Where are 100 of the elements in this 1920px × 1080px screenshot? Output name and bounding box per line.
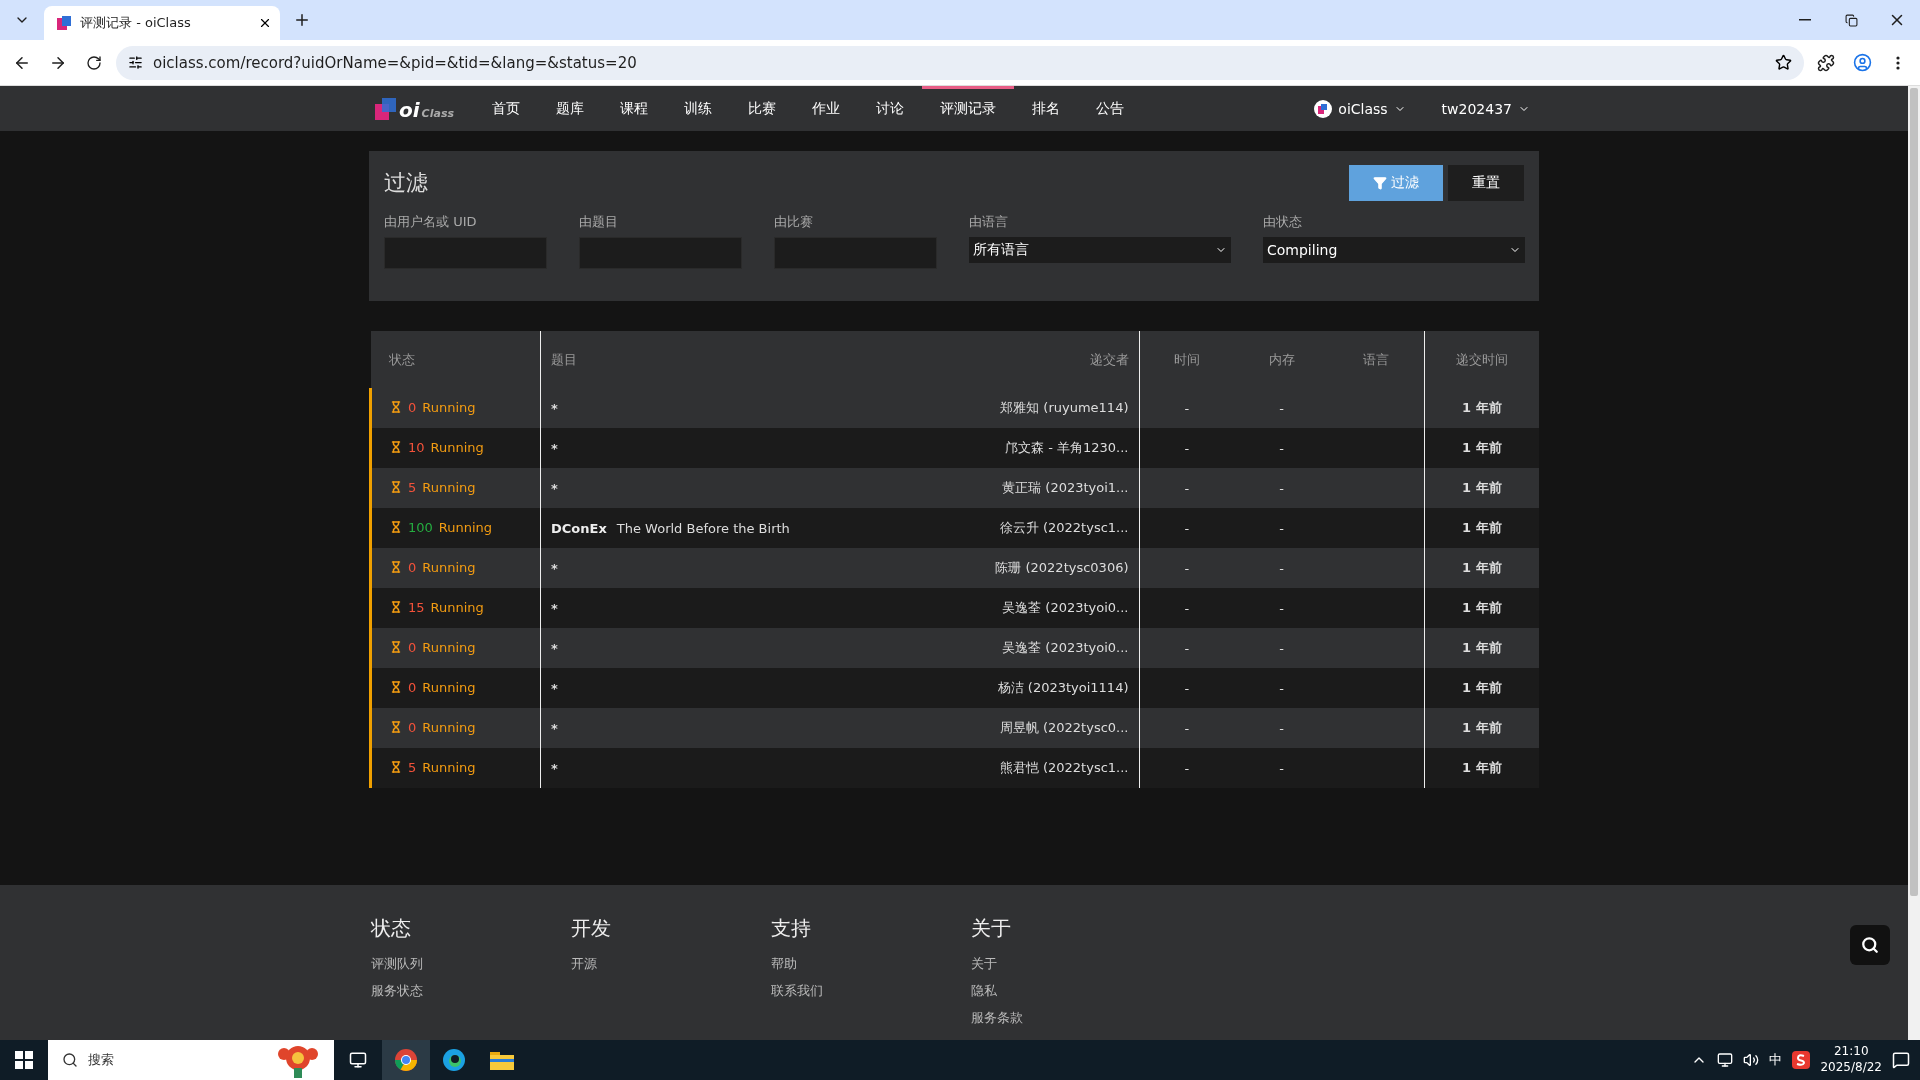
site-info-icon[interactable] — [128, 55, 143, 70]
profile-icon — [1852, 53, 1872, 72]
avatar-icon — [1314, 99, 1333, 118]
hourglass-icon — [390, 441, 402, 454]
select-field[interactable]: Compiling — [1263, 237, 1525, 263]
hourglass-icon — [390, 561, 402, 574]
filter-icon — [1373, 176, 1387, 190]
status-link[interactable]: 10 Running — [382, 439, 484, 455]
input-method-indicator[interactable]: 中 — [1769, 1051, 1783, 1069]
footer-heading: 开发 — [571, 915, 612, 942]
table-cell: - — [1234, 628, 1329, 668]
table-cell: 1 年前 — [1424, 748, 1539, 788]
nav-item[interactable]: 课程 — [602, 86, 666, 131]
folder-icon — [490, 1050, 514, 1070]
table-cell: - — [1234, 428, 1329, 468]
search-icon — [1861, 936, 1879, 954]
footer-link[interactable]: 隐私 — [971, 982, 1171, 1000]
scrollbar[interactable] — [1908, 86, 1920, 1040]
table-cell: - — [1234, 548, 1329, 588]
hourglass-icon — [390, 521, 402, 534]
submitter-link[interactable]: 熊君恺 (2022tysc1... — [939, 748, 1139, 788]
submitter-link[interactable]: 杨洁 (2023tyoi1114) — [939, 668, 1139, 708]
taskbar-search-field[interactable]: 搜索 — [48, 1040, 334, 1080]
field-label: 由用户名或 UID — [384, 213, 478, 231]
submitter-link[interactable]: 周昱帆 (2022tysc0... — [939, 708, 1139, 748]
reset-button[interactable]: 重置 — [1448, 165, 1524, 201]
submitter-link[interactable]: 吴逸荃 (2023tyoi0... — [939, 628, 1139, 668]
address-bar[interactable]: oiclass.com/record?uidOrName=&pid=&tid=&lang=&status=20 — [116, 45, 1804, 80]
site-favicon-icon — [56, 15, 72, 31]
plus-icon — [293, 11, 311, 29]
nav-item[interactable]: 训练 — [666, 86, 730, 131]
nav-item[interactable]: 作业 — [794, 86, 858, 131]
footer-link[interactable]: 服务状态 — [371, 982, 571, 1000]
status-link[interactable]: 5 Running — [382, 479, 476, 495]
status-link[interactable]: 5 Running — [382, 759, 476, 775]
footer-link[interactable]: 关于 — [971, 955, 1171, 973]
edge-icon — [442, 1048, 466, 1072]
clock[interactable]: 21:10 2025/8/22 — [1820, 1044, 1882, 1076]
restore-icon — [1844, 13, 1858, 27]
site-logo[interactable]: oiClass — [375, 97, 454, 120]
problem-link[interactable]: * — [540, 748, 939, 788]
footer-link[interactable]: 开源 — [571, 955, 771, 973]
network-icon[interactable] — [1717, 1052, 1734, 1068]
footer-link[interactable]: 评测队列 — [371, 955, 571, 973]
volume-icon[interactable] — [1743, 1052, 1760, 1068]
nav-item[interactable]: 比赛 — [730, 86, 794, 131]
nav-item[interactable]: 评测记录 — [922, 86, 1014, 131]
windows-logo-icon — [15, 1051, 33, 1069]
user-menu[interactable]: tw202437 — [1441, 100, 1530, 117]
column-header: 语言 — [1329, 331, 1424, 388]
footer-link[interactable]: 服务条款 — [971, 1009, 1171, 1027]
footer-link[interactable]: 帮助 — [771, 955, 971, 973]
select-field[interactable]: 所有语言 — [969, 237, 1231, 263]
status-link[interactable]: 0 Running — [382, 679, 476, 695]
close-icon[interactable] — [258, 16, 272, 30]
submitter-link[interactable]: 郑雅知 (ruyume114) — [939, 388, 1139, 428]
reload-icon — [86, 54, 102, 71]
nav-item[interactable]: 首页 — [474, 86, 538, 131]
search-button[interactable] — [1850, 925, 1890, 965]
minimize-icon — [1799, 19, 1811, 21]
column-header: 递交者 — [939, 331, 1139, 388]
search-icon — [62, 1052, 78, 1068]
table-cell: - — [1234, 668, 1329, 708]
nav-item[interactable]: 题库 — [538, 86, 602, 131]
submitter-link[interactable]: 吴逸荃 (2023tyoi0... — [939, 588, 1139, 628]
notification-icon[interactable] — [1892, 1051, 1910, 1069]
hourglass-icon — [390, 401, 402, 414]
submitter-link[interactable]: 徐云升 (2022tysc1... — [939, 508, 1139, 548]
hourglass-icon — [390, 481, 402, 494]
menu-icon — [1896, 55, 1900, 70]
sogou-icon[interactable] — [1792, 1051, 1811, 1069]
column-header: 内存 — [1234, 331, 1329, 388]
field-label: 由题目 — [579, 213, 619, 231]
status-link[interactable]: 100 Running — [382, 519, 493, 535]
hourglass-icon — [390, 761, 402, 774]
column-header: 题目 — [540, 331, 939, 388]
chrome-taskbar-icon[interactable] — [382, 1040, 430, 1080]
nav-item[interactable]: 公告 — [1078, 86, 1142, 131]
footer-link[interactable]: 联系我们 — [771, 982, 971, 1000]
status-link[interactable]: 15 Running — [382, 599, 484, 615]
chrome-icon — [394, 1048, 418, 1072]
table-cell: - — [1234, 708, 1329, 748]
footer-heading: 状态 — [371, 915, 412, 942]
logo-icon — [375, 97, 397, 120]
status-link[interactable]: 0 Running — [382, 639, 476, 655]
bookmark-star-icon[interactable] — [1775, 54, 1792, 71]
browser-tab[interactable]: 评测记录 - oiClass — [44, 6, 280, 40]
submitter-link[interactable]: 邝文森 - 羊角1230... — [939, 428, 1139, 468]
submitter-link[interactable]: 黄正瑞 (2023tyoi1... — [939, 468, 1139, 508]
status-link[interactable]: 0 Running — [382, 399, 476, 415]
domain-menu[interactable]: oiClass — [1314, 99, 1406, 118]
nav-item[interactable]: 讨论 — [858, 86, 922, 131]
nav-item[interactable]: 排名 — [1014, 86, 1078, 131]
field-label: 由状态 — [1263, 213, 1303, 231]
submitter-link[interactable]: 陈珊 (2022tysc0306) — [939, 548, 1139, 588]
status-link[interactable]: 0 Running — [382, 559, 476, 575]
status-link[interactable]: 0 Running — [382, 719, 476, 735]
column-header: 时间 — [1139, 331, 1234, 388]
field-label: 由比赛 — [774, 213, 814, 231]
hourglass-icon — [390, 721, 402, 734]
